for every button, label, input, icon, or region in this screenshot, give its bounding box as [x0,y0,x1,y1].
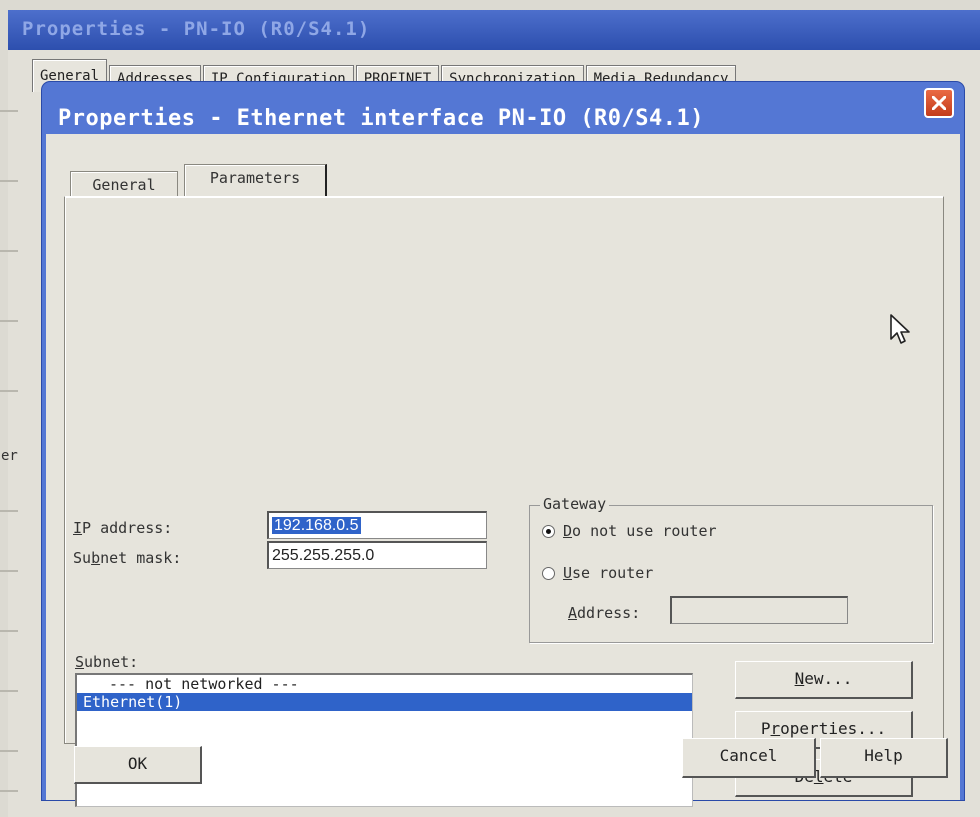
do-not-use-router-radio[interactable] [542,524,555,538]
cancel-button[interactable]: Cancel [682,738,816,778]
ok-button[interactable]: OK [74,746,202,784]
gateway-title: Gateway [540,495,610,513]
subnet-mask-label: Subnet mask: [73,549,182,567]
ip-address-label: IP address: [73,519,173,537]
list-item-not-networked[interactable]: --- not networked --- [77,675,692,693]
help-button[interactable]: Help [820,738,948,778]
mouse-pointer-icon [890,314,910,344]
subnet-mask-value: 255.255.255.0 [272,547,375,564]
parent-titlebar: Properties - PN-IO (R0/S4.1) [8,10,980,50]
new-subnet-button[interactable]: New... [735,661,913,699]
list-item-ethernet-1[interactable]: Ethernet(1) [77,693,692,711]
do-not-use-router-label: Do not use router [563,522,717,540]
ip-address-value: 192.168.0.5 [272,517,361,534]
tab-general[interactable]: General [70,171,178,198]
use-router-label: Use router [563,564,654,582]
dialog-client-area: General Parameters IP address: 192.168.0… [46,134,960,807]
parameters-panel: IP address: 192.168.0.5 Subnet mask: 255… [64,196,944,807]
gateway-groupbox: Gateway Do not use router Use router Add… [529,495,933,643]
subnet-mask-field[interactable]: 255.255.255.0 [267,541,487,569]
router-address-label: Address: [568,604,641,622]
background-text-fragment: er [1,448,18,464]
tab-parameters[interactable]: Parameters [184,164,327,198]
close-button[interactable] [924,88,954,118]
use-router-radio[interactable] [542,566,555,580]
close-icon [932,96,946,110]
parent-window-title: Properties - PN-IO (R0/S4.1) [22,18,371,40]
ethernet-interface-properties-dialog: Properties - Ethernet interface PN-IO (R… [42,82,964,807]
ip-address-field[interactable]: 192.168.0.5 [267,511,487,539]
router-address-field[interactable] [670,596,848,624]
subnet-label: Subnet: [75,653,139,671]
dialog-title: Properties - Ethernet interface PN-IO (R… [58,106,705,131]
subnet-listbox[interactable]: --- not networked --- Ethernet(1) [75,673,693,807]
use-router-option[interactable]: Use router [542,564,653,582]
do-not-use-router-option[interactable]: Do not use router [542,522,717,540]
